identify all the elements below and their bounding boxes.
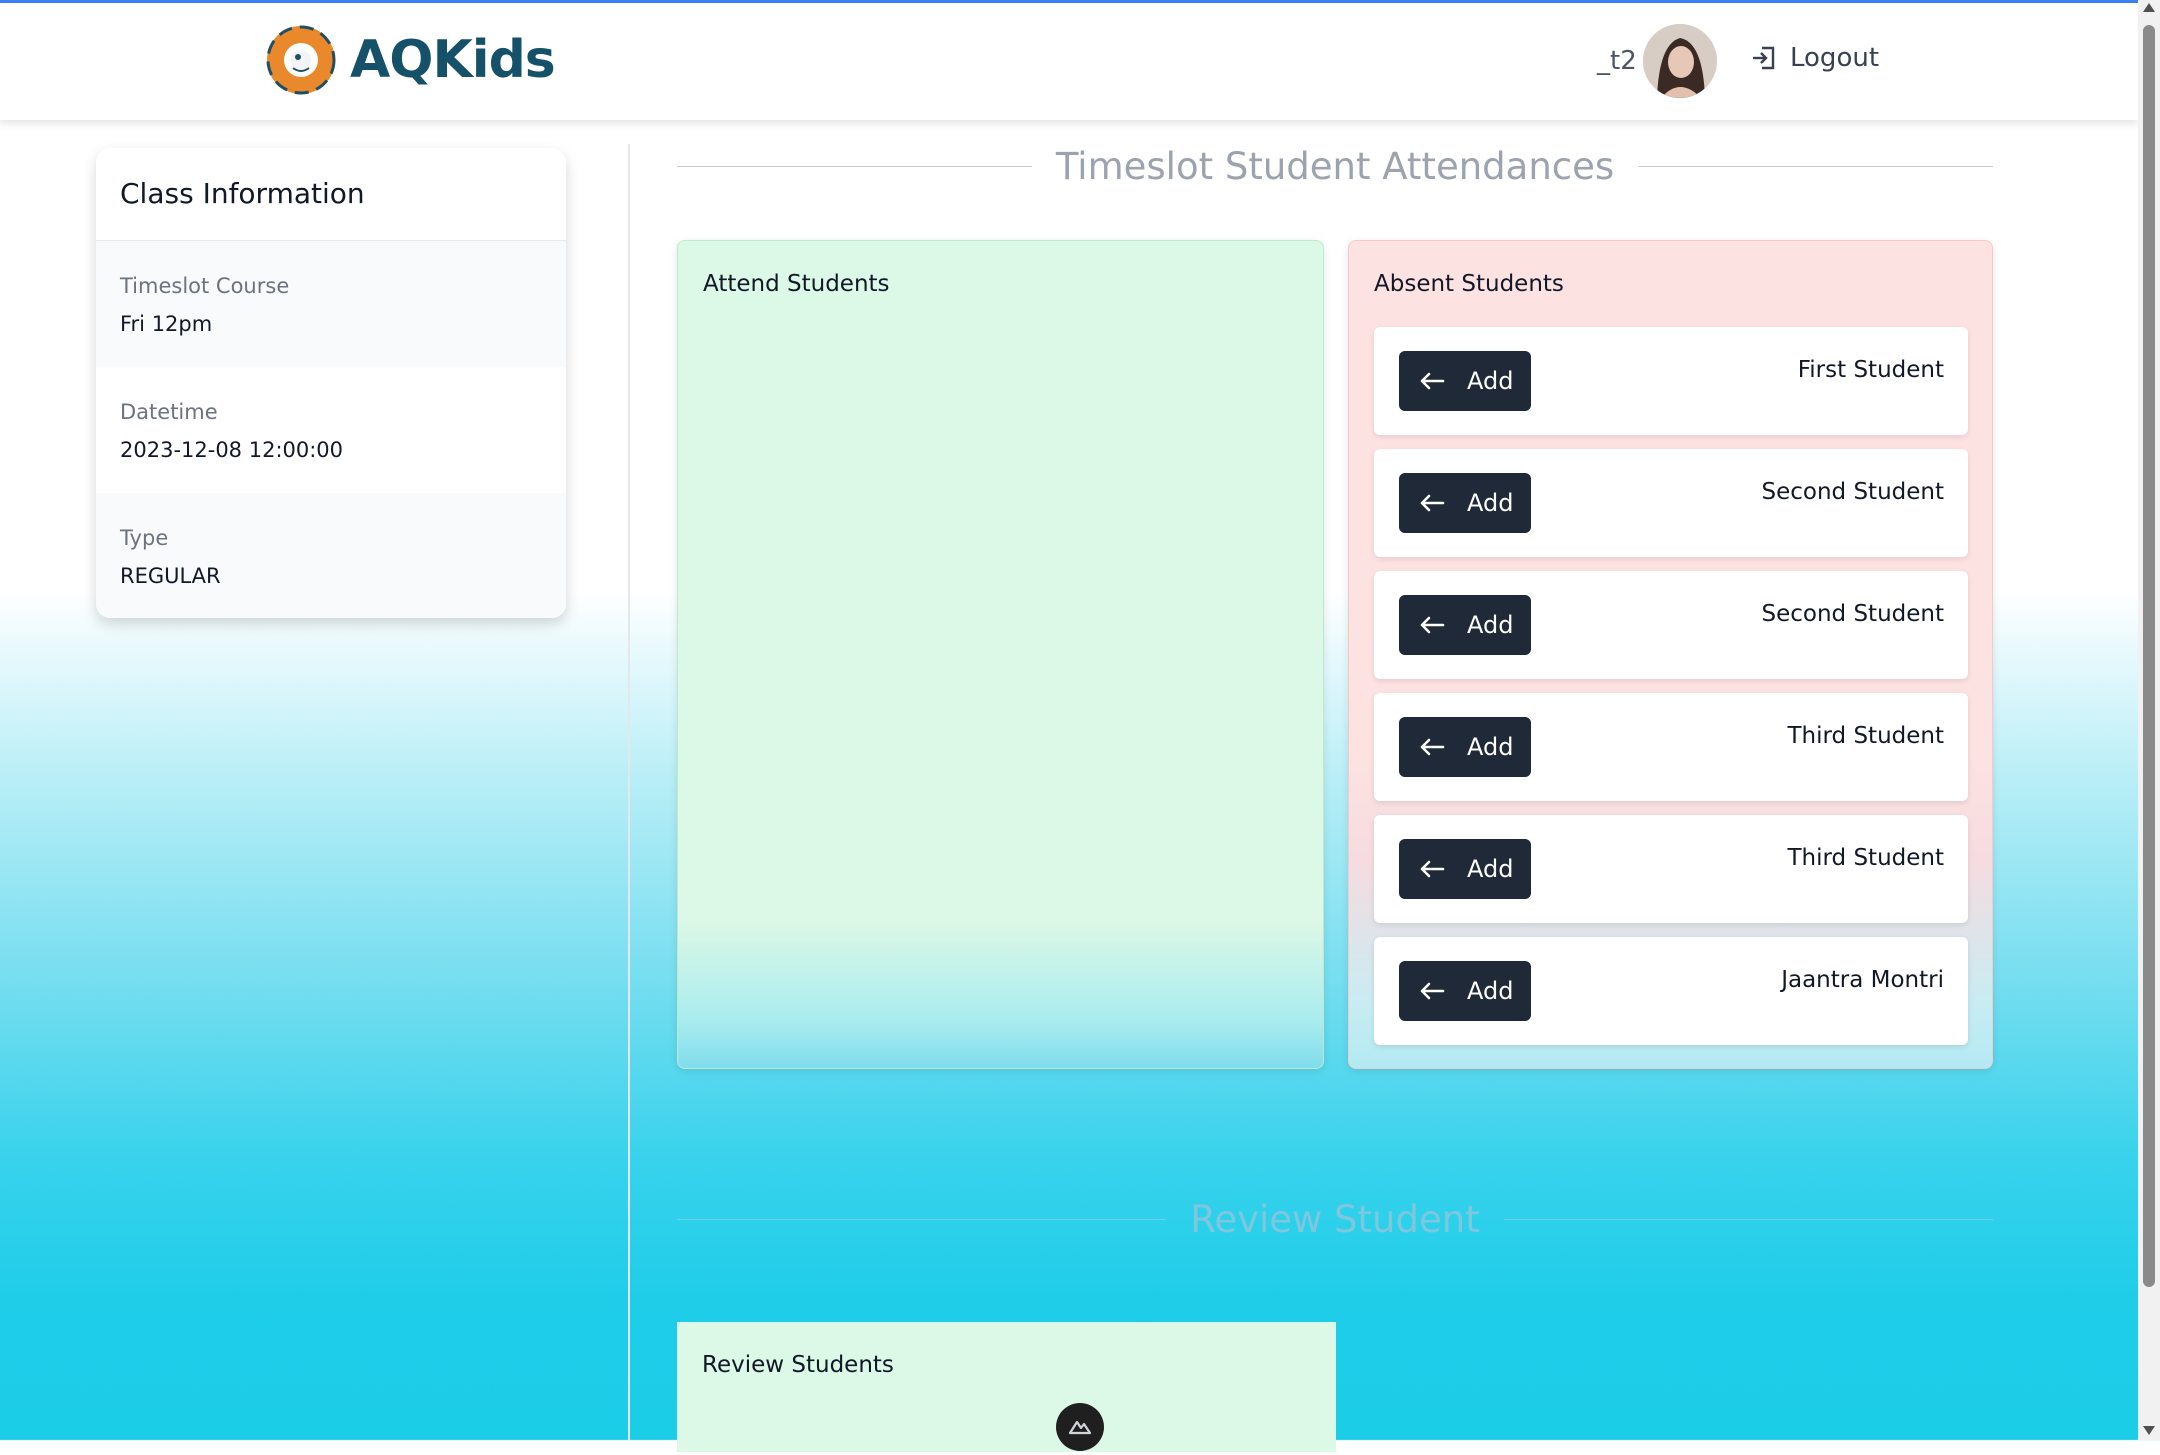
add-button-label: Add <box>1467 733 1514 761</box>
nuxt-devtools-icon[interactable] <box>1056 1403 1104 1451</box>
add-student-button[interactable]: Add <box>1399 595 1531 655</box>
info-label: Timeslot Course <box>120 274 290 298</box>
add-button-label: Add <box>1467 367 1514 395</box>
review-students-panel[interactable]: Review Students <box>677 1322 1336 1452</box>
heading-rule <box>677 166 1032 167</box>
absent-student-card[interactable]: Add Second Student <box>1374 571 1968 679</box>
arrow-left-icon <box>1420 860 1445 878</box>
absent-students-panel[interactable]: Absent Students Add First Student Add Se… <box>1348 240 1993 1069</box>
absent-student-card[interactable]: Add Third Student <box>1374 693 1968 801</box>
info-value: REGULAR <box>120 564 221 588</box>
absent-student-card[interactable]: Add Third Student <box>1374 815 1968 923</box>
logout-icon <box>1753 46 1775 70</box>
info-value: 2023-12-08 12:00:00 <box>120 438 344 462</box>
absent-student-card[interactable]: Add Jaantra Montri <box>1374 937 1968 1045</box>
review-section-title: Review Student <box>1190 1198 1480 1241</box>
add-button-label: Add <box>1467 611 1514 639</box>
attendance-section-heading: Timeslot Student Attendances <box>677 145 1993 188</box>
review-students-title: Review Students <box>702 1352 894 1378</box>
absent-students-title: Absent Students <box>1374 271 1564 297</box>
add-student-button[interactable]: Add <box>1399 717 1531 777</box>
scroll-down-arrow-icon[interactable] <box>2143 1426 2155 1435</box>
heading-rule <box>677 1219 1167 1220</box>
heading-rule <box>1638 166 1993 167</box>
add-student-button[interactable]: Add <box>1399 473 1531 533</box>
add-student-button[interactable]: Add <box>1399 961 1531 1021</box>
review-section-heading: Review Student <box>677 1198 1993 1241</box>
add-student-button[interactable]: Add <box>1399 351 1531 411</box>
aqkids-logo-icon <box>265 24 337 96</box>
info-value: Fri 12pm <box>120 312 213 336</box>
attend-students-panel[interactable]: Attend Students <box>677 240 1324 1069</box>
timeslot-course-row: Timeslot Course Fri 12pm <box>96 241 566 367</box>
student-name: Third Student <box>1787 723 1944 749</box>
student-name: Second Student <box>1761 479 1945 505</box>
student-name: Third Student <box>1787 845 1944 871</box>
vertical-divider <box>628 144 630 1440</box>
logout-button[interactable]: Logout <box>1750 43 1879 73</box>
absent-student-list: Add First Student Add Second Student Add… <box>1374 327 1968 1059</box>
info-label: Type <box>120 526 169 550</box>
page-scrollbar[interactable] <box>2138 0 2160 1440</box>
class-information-card: Class Information Timeslot Course Fri 12… <box>96 148 566 618</box>
add-button-label: Add <box>1467 489 1514 517</box>
brand-logo[interactable]: AQKids <box>265 24 556 96</box>
class-information-title: Class Information <box>96 148 566 241</box>
add-student-button[interactable]: Add <box>1399 839 1531 899</box>
scroll-up-arrow-icon[interactable] <box>2143 3 2155 12</box>
heading-rule <box>1503 1219 1993 1220</box>
student-name: First Student <box>1797 357 1944 383</box>
logout-label: Logout <box>1790 43 1880 73</box>
arrow-left-icon <box>1420 616 1445 634</box>
datetime-row: Datetime 2023-12-08 12:00:00 <box>96 367 566 493</box>
type-row: Type REGULAR <box>96 493 566 618</box>
username-label: _t2 <box>1597 46 1637 76</box>
top-navbar: AQKids _t2 Logout <box>0 3 2138 120</box>
scrollbar-thumb[interactable] <box>2143 25 2155 1287</box>
attendance-section-title: Timeslot Student Attendances <box>1055 145 1615 188</box>
absent-student-card[interactable]: Add First Student <box>1374 327 1968 435</box>
arrow-left-icon <box>1420 372 1445 390</box>
attend-students-title: Attend Students <box>703 271 890 297</box>
arrow-left-icon <box>1420 982 1445 1000</box>
info-label: Datetime <box>120 400 218 424</box>
user-avatar[interactable] <box>1643 24 1717 98</box>
arrow-left-icon <box>1420 494 1445 512</box>
absent-student-card[interactable]: Add Second Student <box>1374 449 1968 557</box>
add-button-label: Add <box>1467 855 1514 883</box>
student-name: Jaantra Montri <box>1781 967 1944 993</box>
arrow-left-icon <box>1420 738 1445 756</box>
student-name: Second Student <box>1761 601 1945 627</box>
brand-name: AQKids <box>350 30 556 90</box>
add-button-label: Add <box>1467 977 1514 1005</box>
